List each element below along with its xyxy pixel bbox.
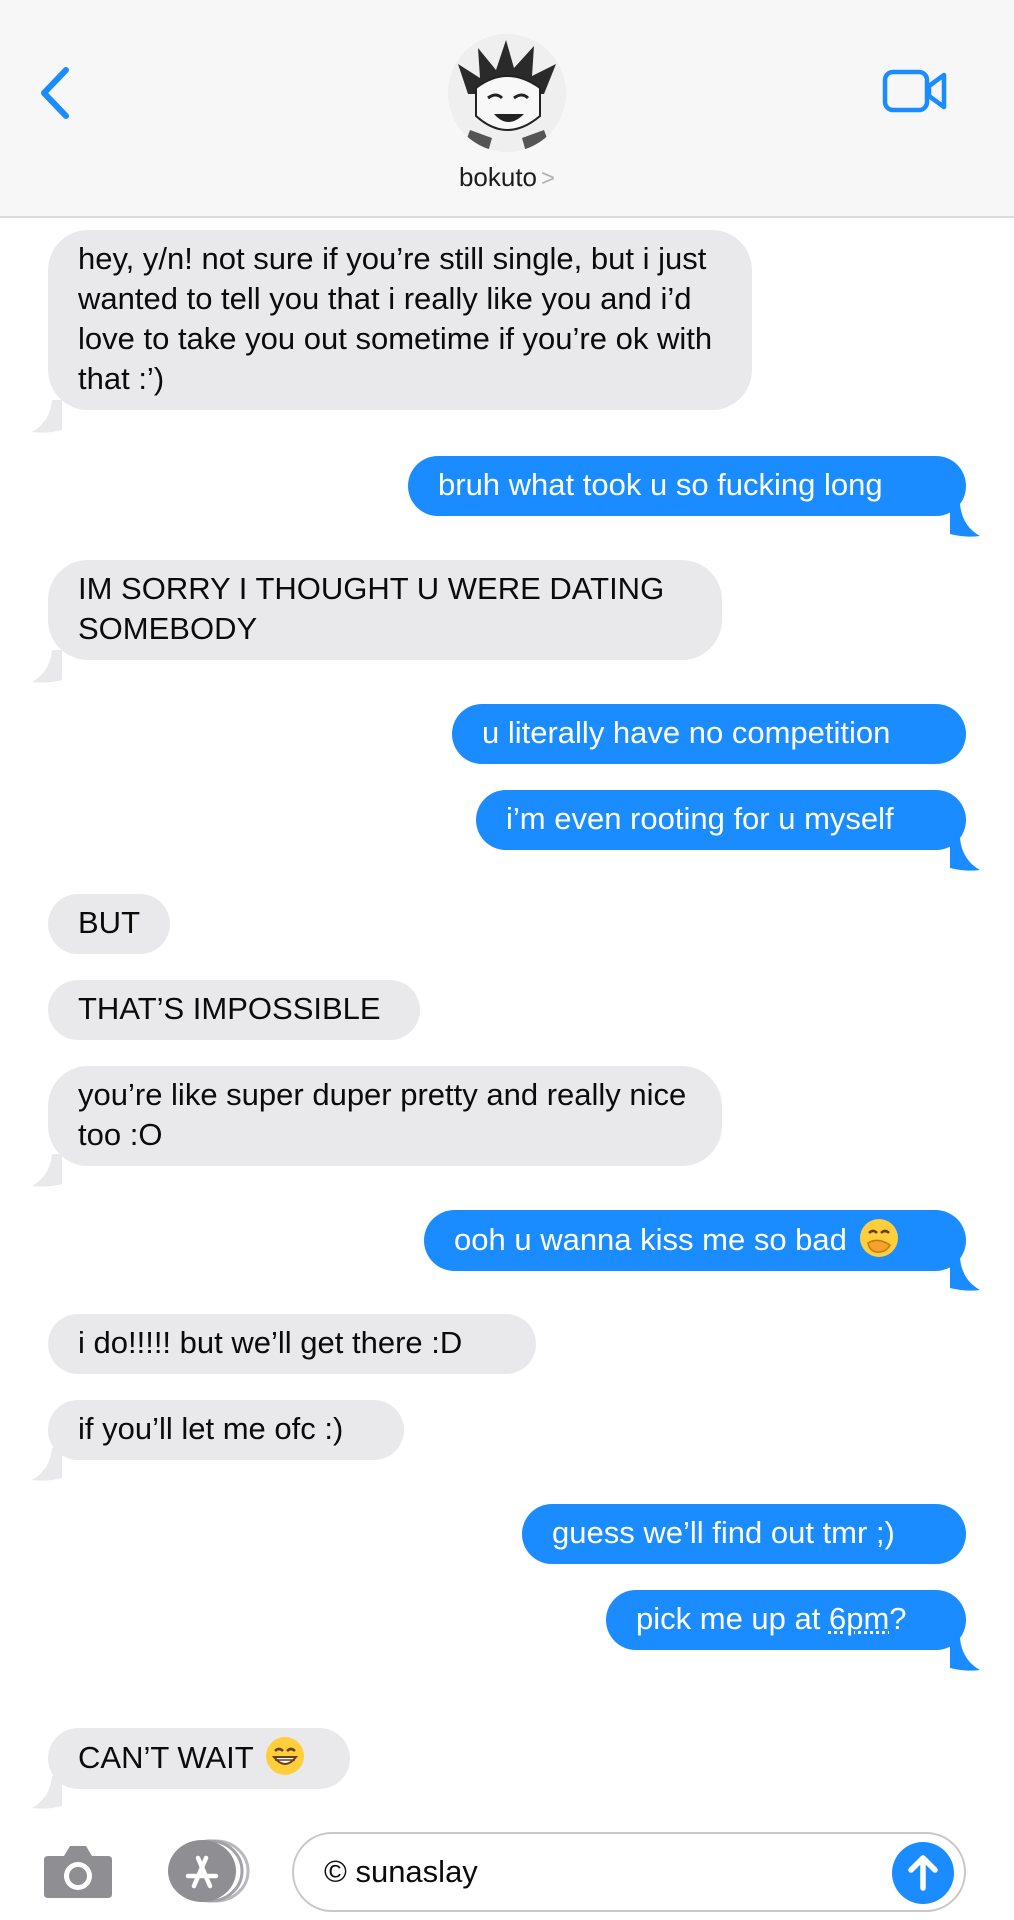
message-text: THAT’S IMPOSSIBLE [78, 991, 381, 1026]
message-bubble-incoming[interactable]: THAT’S IMPOSSIBLE [48, 980, 420, 1040]
message-input[interactable]: © sunaslay [292, 1832, 966, 1912]
message-bubble-incoming[interactable]: CAN’T WAIT [48, 1728, 350, 1789]
message-text: if you’ll let me ofc :) [78, 1411, 344, 1446]
message-text: i do!!!!! but we’ll get there :D [78, 1325, 463, 1360]
message-bubble-outgoing[interactable]: u literally have no competition [452, 704, 966, 764]
message-bubble-outgoing[interactable]: ooh u wanna kiss me so bad [424, 1210, 966, 1271]
bubble-tail-incoming [32, 1448, 62, 1481]
send-arrow-icon [908, 1855, 938, 1891]
message-text-suffix: ? [889, 1601, 907, 1636]
camera-button[interactable] [42, 1842, 114, 1900]
back-button[interactable] [34, 62, 78, 124]
grinning-face-emoji [265, 1737, 304, 1775]
message-text: u literally have no competition [482, 715, 891, 750]
message-text: hey, y/n! not sure if you’re still singl… [78, 241, 713, 396]
message-text: you’re like super duper pretty and reall… [78, 1077, 687, 1152]
bubble-tail-outgoing [950, 1638, 980, 1671]
message-bubble-incoming[interactable]: IM SORRY I THOUGHT U WERE DATING SOMEBOD… [48, 560, 722, 660]
app-store-icon [168, 1839, 250, 1903]
camera-icon [44, 1846, 112, 1898]
contact-avatar[interactable] [448, 34, 566, 152]
message-input-value: © sunaslay [324, 1854, 478, 1889]
bubble-tail-outgoing [950, 1258, 980, 1291]
message-bubble-incoming[interactable]: i do!!!!! but we’ll get there :D [48, 1314, 536, 1374]
send-button[interactable] [892, 1842, 954, 1904]
bubble-tail-incoming [32, 650, 62, 683]
message-text: bruh what took u so fucking long [438, 467, 883, 502]
message-bubble-outgoing[interactable]: bruh what took u so fucking long [408, 456, 966, 516]
message-text: pick me up at [636, 1601, 829, 1636]
chevron-right-icon: > [541, 165, 556, 192]
app-store-button[interactable] [164, 1838, 252, 1904]
message-bubble-incoming[interactable]: you’re like super duper pretty and reall… [48, 1066, 722, 1166]
message-bubble-incoming[interactable]: BUT [48, 894, 170, 954]
time-link[interactable]: 6pm [829, 1601, 889, 1636]
avatar-illustration [448, 34, 566, 152]
message-bubble-outgoing[interactable]: i’m even rooting for u myself [476, 790, 966, 850]
chevron-left-icon [41, 67, 69, 119]
contact-name-row[interactable]: bokuto > [0, 162, 1014, 193]
conversation-header: bokuto > [0, 0, 1014, 218]
message-bubble-incoming[interactable]: if you’ll let me ofc :) [48, 1400, 404, 1460]
bubble-tail-incoming [32, 1154, 62, 1187]
bubble-tail-outgoing [950, 838, 980, 871]
contact-name: bokuto [458, 162, 538, 192]
video-call-button[interactable] [882, 66, 948, 116]
message-bubble-incoming[interactable]: hey, y/n! not sure if you’re still singl… [48, 230, 752, 410]
message-text: i’m even rooting for u myself [506, 801, 894, 836]
hand-over-mouth-emoji [859, 1219, 898, 1257]
bubble-tail-outgoing [950, 504, 980, 537]
bubble-tail-incoming [32, 400, 62, 433]
message-text: guess we’ll find out tmr ;) [552, 1515, 895, 1550]
bubble-tail-incoming [32, 1776, 62, 1809]
message-text: BUT [78, 905, 140, 940]
video-camera-icon [882, 69, 947, 113]
message-bubble-outgoing[interactable]: pick me up at 6pm? [606, 1590, 966, 1650]
message-bubble-outgoing[interactable]: guess we’ll find out tmr ;) [522, 1504, 966, 1564]
message-text: ooh u wanna kiss me so bad [454, 1222, 847, 1257]
message-text: IM SORRY I THOUGHT U WERE DATING SOMEBOD… [78, 571, 665, 646]
message-text: CAN’T WAIT [78, 1740, 254, 1775]
